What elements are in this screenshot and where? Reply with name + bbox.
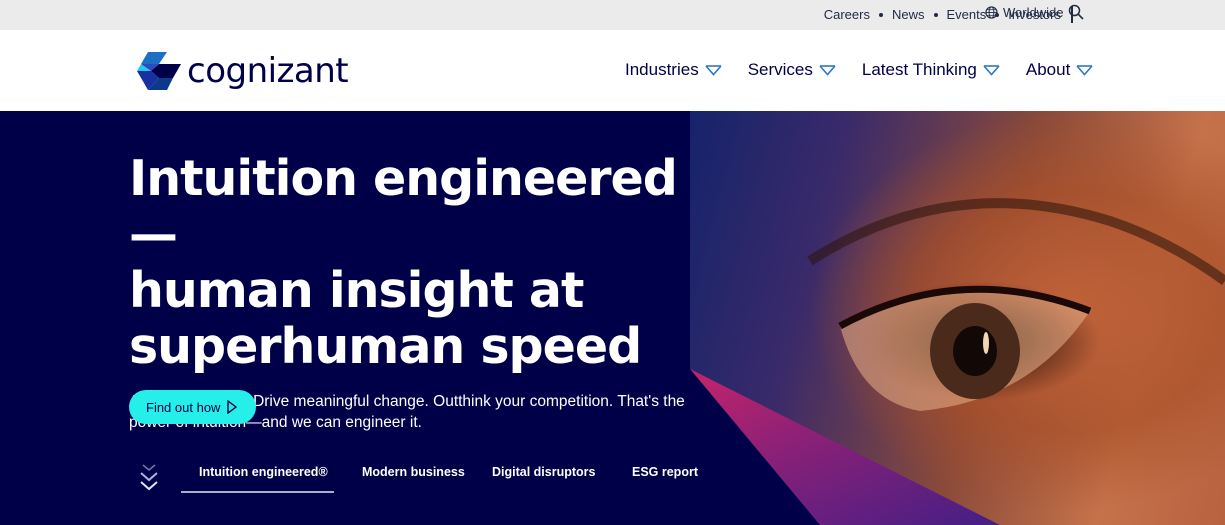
chevron-down-icon bbox=[1076, 64, 1093, 76]
nav-services[interactable]: Services bbox=[748, 60, 836, 80]
nav-label: Services bbox=[747, 60, 813, 79]
hero-title-line: human insight at bbox=[129, 262, 584, 319]
main-nav: Industries Services Latest Thinking Abou… bbox=[625, 60, 1119, 80]
hero-title-line: superhuman speed bbox=[129, 318, 642, 375]
nav-label: About bbox=[1025, 60, 1071, 79]
scroll-down-icon bbox=[140, 464, 158, 491]
nav-latest-thinking[interactable]: Latest Thinking bbox=[862, 60, 1000, 80]
events-link[interactable]: Events bbox=[947, 7, 987, 22]
chevron-down-icon bbox=[819, 64, 836, 76]
chevron-down-icon bbox=[705, 64, 722, 76]
region-selector[interactable]: Worldwide bbox=[985, 5, 1063, 20]
careers-link[interactable]: Careers bbox=[824, 7, 870, 22]
find-out-how-button[interactable]: Find out how bbox=[129, 390, 256, 424]
hero-section: Intuition engineered— human insight at s… bbox=[0, 111, 1225, 525]
brand-name: cognizant bbox=[187, 51, 349, 91]
hero-tabs: Intuition engineered® Modern business Di… bbox=[181, 459, 714, 493]
nav-industries[interactable]: Industries bbox=[625, 60, 722, 80]
site-header: cognizant Industries Services Latest Thi… bbox=[0, 30, 1225, 111]
tab-intuition-engineered[interactable]: Intuition engineered® bbox=[181, 459, 334, 493]
cognizant-logo[interactable]: cognizant bbox=[137, 51, 349, 91]
news-link[interactable]: News bbox=[892, 7, 925, 22]
tab-digital-disruptors[interactable]: Digital disruptors bbox=[474, 459, 614, 493]
cognizant-logo-icon bbox=[137, 52, 181, 90]
hero-title-line: Intuition engineered— bbox=[129, 150, 678, 263]
nav-label: Industries bbox=[625, 60, 699, 79]
search-icon bbox=[1068, 4, 1084, 20]
cta-label: Find out how bbox=[146, 399, 221, 415]
separator-dot bbox=[933, 12, 938, 17]
tab-esg-report[interactable]: ESG report bbox=[614, 459, 714, 493]
region-label: Worldwide bbox=[1003, 5, 1064, 20]
hero-title: Intuition engineered— human insight at s… bbox=[129, 151, 709, 375]
play-icon bbox=[227, 400, 238, 414]
separator-dot bbox=[878, 12, 883, 17]
search-button[interactable] bbox=[1068, 4, 1084, 25]
chevron-down-icon bbox=[983, 64, 1000, 76]
globe-icon bbox=[985, 6, 998, 19]
tab-modern-business[interactable]: Modern business bbox=[334, 459, 474, 493]
scroll-down-button[interactable] bbox=[139, 463, 159, 498]
utility-bar: Careers News Events Investors Worldwide bbox=[0, 0, 1225, 30]
nav-label: Latest Thinking bbox=[861, 60, 977, 79]
nav-about[interactable]: About bbox=[1026, 60, 1093, 80]
